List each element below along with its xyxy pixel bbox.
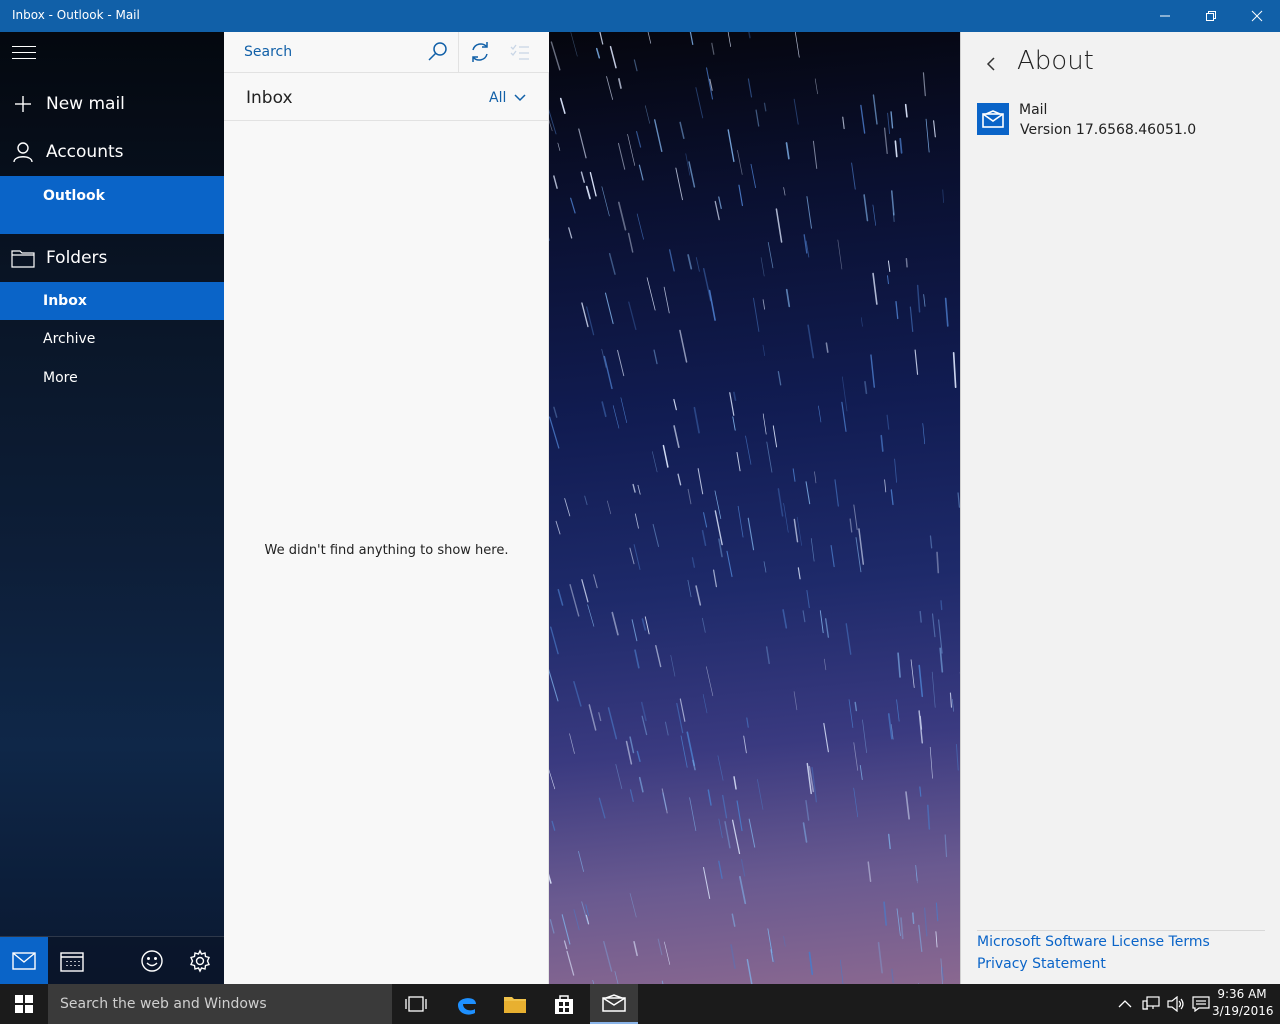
star-trails-image xyxy=(549,32,960,984)
minimize-icon xyxy=(1160,15,1170,17)
clock-time: 9:36 AM xyxy=(1217,987,1267,1001)
list-header: Inbox All xyxy=(224,73,549,121)
feedback-button[interactable] xyxy=(128,937,176,985)
clock-date: 3/19/2016 xyxy=(1212,1004,1274,1018)
mail-switch-button[interactable] xyxy=(0,937,48,985)
navigation-pane: New mail Accounts Outlook Folders Inbox … xyxy=(0,32,224,985)
store-button[interactable] xyxy=(540,984,588,1024)
mail-icon xyxy=(12,952,36,970)
task-view-icon xyxy=(405,996,427,1012)
folder-item-inbox[interactable]: Inbox xyxy=(0,282,224,320)
search-input[interactable]: Search xyxy=(244,44,292,60)
minimize-button[interactable] xyxy=(1142,0,1188,32)
start-button[interactable] xyxy=(0,984,48,1024)
account-item-outlook[interactable]: Outlook xyxy=(0,176,224,234)
accounts-button[interactable]: Accounts xyxy=(0,136,224,168)
app-version: Version 17.6568.46051.0 xyxy=(1020,122,1197,138)
hamburger-menu-icon[interactable] xyxy=(12,46,36,64)
volume-icon[interactable] xyxy=(1167,996,1185,1012)
folder-item-archive[interactable]: Archive xyxy=(0,320,224,358)
taskbar: Search the web and Windows 9:36 AM 3/19/… xyxy=(0,984,1280,1024)
chevron-down-icon xyxy=(514,94,526,102)
reading-pane-background xyxy=(549,32,960,984)
edge-icon xyxy=(458,998,476,1015)
calendar-switch-button[interactable] xyxy=(48,937,96,985)
selection-mode-icon[interactable] xyxy=(510,42,530,62)
system-tray xyxy=(1118,984,1210,1024)
folder-item-more[interactable]: More xyxy=(0,359,224,397)
mail-taskbar-button[interactable] xyxy=(590,984,638,1024)
new-mail-label: New mail xyxy=(46,94,125,114)
title-bar: Inbox - Outlook - Mail xyxy=(0,0,1280,32)
back-arrow-icon[interactable] xyxy=(985,56,997,72)
folder-label: Archive xyxy=(43,331,96,347)
close-button[interactable] xyxy=(1234,0,1280,32)
person-icon xyxy=(13,142,33,163)
new-mail-button[interactable]: New mail xyxy=(0,88,224,120)
license-terms-link[interactable]: Microsoft Software License Terms xyxy=(977,934,1210,950)
taskbar-search-placeholder: Search the web and Windows xyxy=(60,996,267,1012)
folder-heading: Inbox xyxy=(246,88,293,108)
smiley-icon xyxy=(141,950,163,972)
calendar-icon xyxy=(60,952,84,972)
sync-icon[interactable] xyxy=(469,41,491,63)
mail-app-icon xyxy=(977,103,1009,135)
folder-label: More xyxy=(43,370,78,386)
search-icon[interactable] xyxy=(427,41,449,63)
mail-icon xyxy=(602,994,626,1012)
gear-icon xyxy=(190,949,210,973)
edge-browser-button[interactable] xyxy=(443,984,491,1024)
about-heading: About xyxy=(1017,46,1094,76)
plus-icon xyxy=(15,96,31,112)
folders-button[interactable]: Folders xyxy=(0,242,224,274)
folder-icon xyxy=(504,997,526,1013)
privacy-statement-link[interactable]: Privacy Statement xyxy=(977,956,1106,972)
about-pane: About Mail Version 17.6568.46051.0 Micro… xyxy=(960,32,1280,984)
file-explorer-button[interactable] xyxy=(491,984,539,1024)
restore-icon xyxy=(1206,11,1216,21)
folders-label: Folders xyxy=(46,248,108,268)
chevron-up-icon[interactable] xyxy=(1118,999,1132,1009)
settings-button[interactable] xyxy=(176,937,224,985)
action-center-icon[interactable] xyxy=(1192,996,1210,1012)
window-title: Inbox - Outlook - Mail xyxy=(12,8,140,22)
search-bar: Search xyxy=(224,32,549,73)
restore-button[interactable] xyxy=(1188,0,1234,32)
task-view-button[interactable] xyxy=(392,984,440,1024)
store-bag-icon xyxy=(555,995,573,1014)
account-name: Outlook xyxy=(43,188,105,204)
empty-state-message: We didn't find anything to show here. xyxy=(264,543,509,558)
folder-label: Inbox xyxy=(43,293,87,309)
message-list-pane: Search Inbox All We didn't find anything… xyxy=(224,32,549,984)
taskbar-search-box[interactable]: Search the web and Windows xyxy=(48,984,392,1024)
nav-bottom-bar xyxy=(0,936,224,985)
network-icon[interactable] xyxy=(1142,996,1160,1012)
accounts-label: Accounts xyxy=(46,142,124,162)
filter-dropdown[interactable]: All xyxy=(489,90,526,106)
windows-logo-icon xyxy=(15,995,33,1013)
folder-icon xyxy=(11,250,35,268)
taskbar-clock[interactable]: 9:36 AM 3/19/2016 xyxy=(1212,986,1274,1020)
close-icon xyxy=(1251,10,1263,22)
app-name: Mail xyxy=(1019,102,1048,118)
filter-label: All xyxy=(489,90,507,106)
